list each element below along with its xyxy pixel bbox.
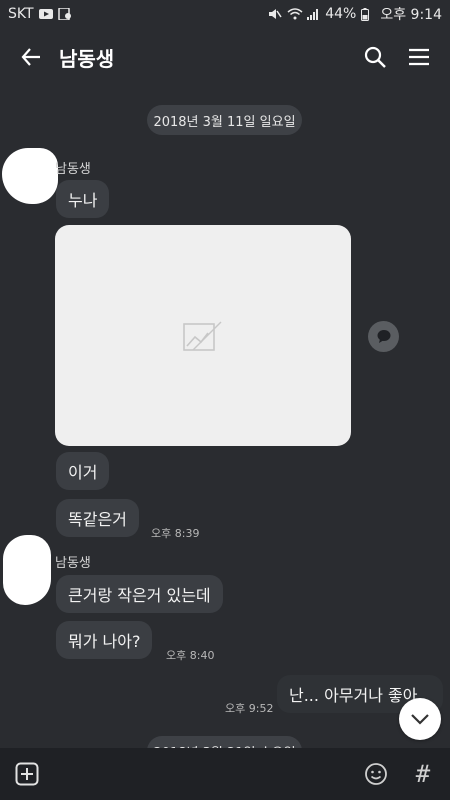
hashtag-icon: # [415,760,431,788]
arrow-left-icon [21,48,40,66]
battery-percent: 44% [325,6,357,22]
notification-icon [57,7,72,21]
wifi-icon [287,8,303,20]
share-button[interactable] [368,321,399,352]
message-time: 오후 8:39 [151,527,200,540]
clock: 오후 9:14 [380,7,442,23]
plus-square-icon [15,762,39,786]
app-bar: 남동생 [0,28,450,86]
battery-icon [361,8,375,21]
message-bubble[interactable]: 이거 [56,452,110,490]
sender-name: 남동생 [55,556,91,571]
message-time: 오후 9:52 [225,702,274,715]
message-bubble[interactable]: 뭐가 나아? [56,621,153,659]
emoji-button[interactable] [361,759,391,789]
search-button[interactable] [353,35,397,79]
image-message[interactable] [55,225,351,446]
message-bubble[interactable]: 똑같은거 [56,499,139,537]
chevron-down-icon [411,714,429,725]
chat-title: 남동생 [59,46,115,71]
mute-icon [268,8,282,20]
date-divider: 2018년 3월 11일 일요일 [147,105,302,135]
message-bubble[interactable]: 누나 [56,180,110,218]
chat-bubble-icon [377,330,390,343]
menu-icon [409,48,429,66]
menu-button[interactable] [397,35,441,79]
sender-name: 남동생 [55,162,91,177]
composer-bar: # [0,748,450,800]
scroll-to-bottom-button[interactable] [399,698,441,740]
search-icon [364,46,386,68]
status-bar: SKT 44% 오후 9:14 [0,0,450,28]
emoji-icon [365,763,387,785]
signal-icon [306,8,320,20]
status-left: SKT [8,6,72,22]
message-bubble[interactable]: 큰거랑 작은거 있는데 [56,575,223,613]
attach-button[interactable] [12,759,42,789]
avatar[interactable] [2,148,58,204]
chat-area[interactable]: 2018년 3월 11일 일요일 남동생 누나 이거 똑같은거 오후 8:39 … [0,86,450,748]
youtube-icon [38,8,53,20]
image-icon [183,321,222,351]
avatar[interactable] [3,535,51,605]
status-right: 44% 오후 9:14 [268,4,442,24]
message-time: 오후 8:40 [166,649,215,662]
composer-actions: # [361,759,438,789]
hashtag-button[interactable]: # [408,759,438,789]
date-divider: 2018년 3월 21일 수요일 [147,736,302,748]
back-button[interactable] [9,35,53,79]
carrier-label: SKT [8,6,34,22]
